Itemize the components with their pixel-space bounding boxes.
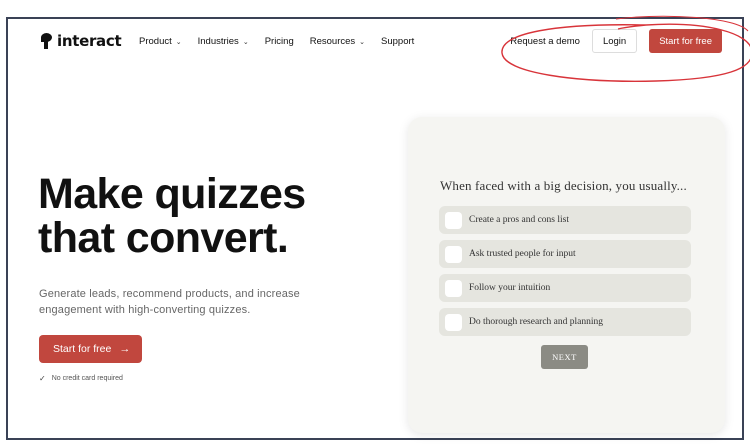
chevron-down-icon: ⌄ [359,38,366,46]
quiz-option[interactable]: Create a pros and cons list [439,206,691,234]
hero-title-line: that convert. [38,214,289,262]
nav-item-label: Support [381,36,415,47]
no-credit-card-note: ✓ No credit card required [39,374,123,383]
nav-actions: Request a demo Login Start for free [510,29,722,53]
hero-title: Make quizzes that convert. [38,172,368,260]
hero-title-line: Make quizzes [38,170,306,218]
start-free-hero-button[interactable]: Start for free → [39,335,143,363]
option-label: Follow your intuition [469,283,551,293]
option-label: Ask trusted people for input [469,249,576,259]
nav-item-label: Pricing [264,36,294,47]
hero-subtitle: Generate leads, recommend products, and … [39,288,300,316]
next-button[interactable]: NEXT [541,345,588,369]
nav-item-product[interactable]: Product ⌄ [139,36,182,47]
quiz-option[interactable]: Ask trusted people for input [439,240,691,268]
nav-item-pricing[interactable]: Pricing [265,36,294,47]
quiz-question: When faced with a big decision, you usua… [440,178,687,193]
chevron-down-icon: ⌄ [175,38,182,46]
quiz-card: When faced with a big decision, you usua… [408,117,725,433]
checkbox[interactable] [445,211,462,229]
nav-item-label: Resources [309,36,356,47]
nav-item-label: Industries [197,36,239,47]
logo-icon [39,33,54,49]
start-free-nav-button[interactable]: Start for free [649,29,722,53]
option-label: Do thorough research and planning [469,317,604,327]
checkbox[interactable] [445,245,462,263]
quiz-option[interactable]: Follow your intuition [439,274,691,302]
nav-item-resources[interactable]: Resources ⌄ [310,36,365,47]
nav-links: Product ⌄ Industries ⌄ Pricing Resources… [139,36,414,47]
arrow-right-icon: → [119,343,131,355]
nav-item-support[interactable]: Support [381,36,414,47]
checkbox[interactable] [445,279,462,297]
quiz-option[interactable]: Do thorough research and planning [439,308,691,336]
option-label: Create a pros and cons list [469,215,569,225]
chevron-down-icon: ⌄ [242,38,249,46]
note-text: No credit card required [51,375,123,382]
brand-logo[interactable]: interact [39,32,122,50]
login-button[interactable]: Login [591,29,638,53]
top-nav: interact Product ⌄ Industries ⌄ Pricing … [8,19,742,63]
checkbox[interactable] [445,313,462,331]
request-demo-link[interactable]: Request a demo [510,36,580,47]
page-frame: interact Product ⌄ Industries ⌄ Pricing … [6,15,750,440]
nav-item-label: Product [139,36,172,47]
brand-name: interact [57,32,122,50]
hero-cta-label: Start for free [53,343,112,355]
check-icon: ✓ [39,374,46,383]
nav-item-industries[interactable]: Industries ⌄ [198,36,249,47]
